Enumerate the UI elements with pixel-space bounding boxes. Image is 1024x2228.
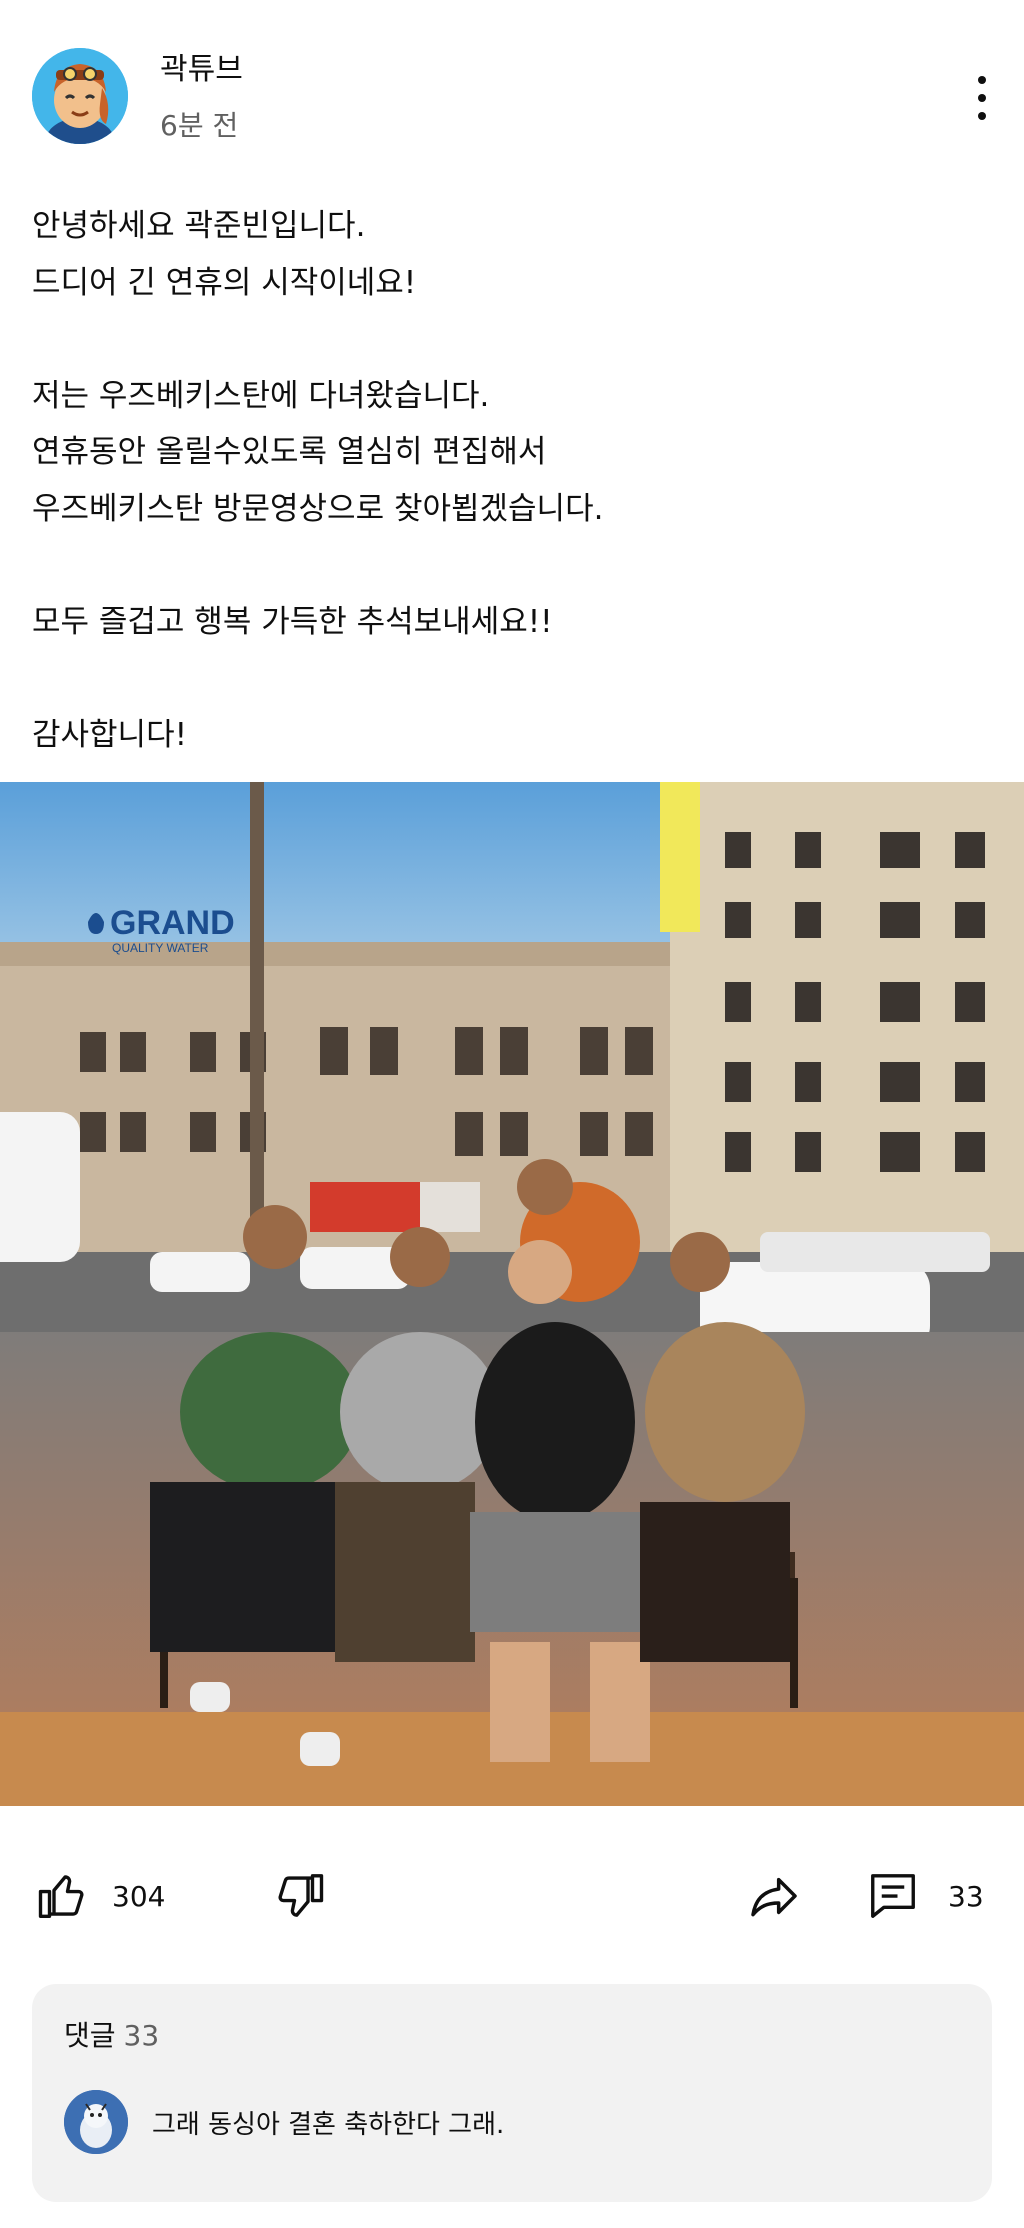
channel-avatar-image	[32, 48, 128, 144]
post-image[interactable]: GRAND QUALITY WATER	[0, 782, 1024, 1806]
channel-avatar[interactable]	[32, 48, 128, 144]
post-body-blank-line	[32, 650, 992, 707]
comment-icon	[871, 1874, 915, 1918]
more-vert-icon[interactable]	[960, 70, 1004, 126]
like-count: 304	[112, 1879, 166, 1913]
share-button[interactable]	[746, 1856, 802, 1936]
comment-button[interactable]: 33	[866, 1856, 984, 1936]
post-body-line: 연휴동안 올릴수있도록 열심히 편집해서	[32, 434, 547, 470]
commenter-avatar[interactable]	[64, 2090, 128, 2154]
post-body: 안녕하세요 곽준빈입니다. 드디어 긴 연휴의 시작이네요! 저는 우즈베키스탄…	[32, 198, 992, 763]
comments-header-label: 댓글	[64, 2019, 116, 2052]
post-body-blank-line	[32, 537, 992, 594]
post-body-blank-line	[32, 311, 992, 368]
comments-panel[interactable]: 댓글 33 그래 동싱아 결혼 축하한다 그래.	[32, 1984, 992, 2202]
comments-header: 댓글 33	[64, 2014, 159, 2054]
dislike-button[interactable]	[272, 1856, 326, 1936]
thumb-up-icon	[38, 1875, 84, 1918]
thumb-down-icon	[278, 1874, 324, 1917]
post-timestamp: 6분 전	[160, 109, 239, 142]
comments-header-count: 33	[123, 2019, 160, 2052]
action-bar: 304 33	[0, 1856, 1024, 1936]
post-image-illustration: GRAND QUALITY WATER	[0, 782, 1024, 1806]
post-body-line: 감사합니다!	[32, 716, 188, 753]
post-body-line: 드디어 긴 연휴의 시작이네요!	[32, 264, 417, 301]
comment-count: 33	[948, 1879, 984, 1913]
post-body-line: 저는 우즈베키스탄에 다녀왔습니다.	[32, 377, 490, 414]
photo-sign-subtext: QUALITY WATER	[112, 941, 209, 955]
post-body-line: 안녕하세요 곽준빈입니다.	[32, 208, 366, 244]
post-header: 곽튜브 6분 전	[0, 0, 1024, 170]
top-comment-text: 그래 동싱아 결혼 축하한다 그래.	[152, 2110, 505, 2140]
channel-name[interactable]: 곽튜브	[160, 44, 243, 88]
like-button[interactable]: 304	[36, 1856, 165, 1936]
commenter-avatar-image	[64, 2090, 128, 2154]
post-body-line: 모두 즐겁고 행복 가득한 추석보내세요!!	[32, 603, 553, 640]
post-body-line: 우즈베키스탄 방문영상으로 찾아뵙겠습니다.	[32, 490, 604, 527]
photo-sign-text: GRAND	[110, 904, 235, 942]
share-icon	[751, 1877, 797, 1917]
